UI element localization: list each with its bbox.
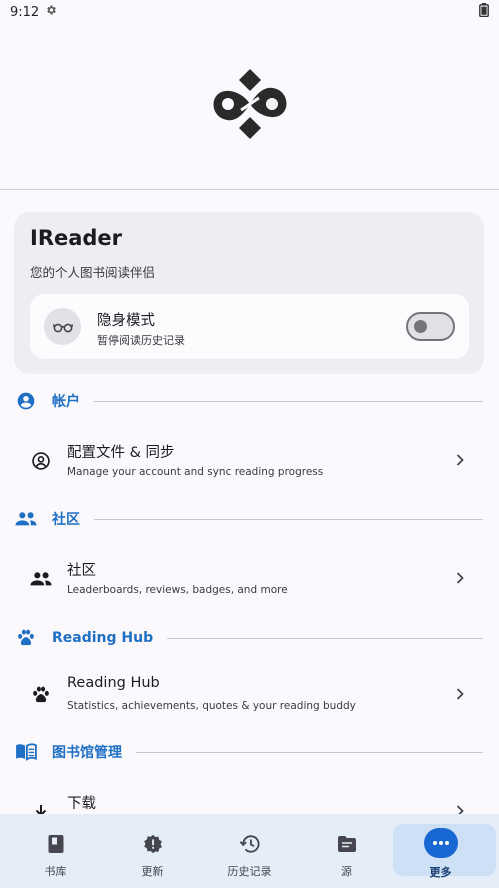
section-community: 社区 (15, 507, 485, 531)
account-circle-outline-icon (30, 450, 52, 472)
row-title: 配置文件 & 同步 (67, 445, 175, 461)
nav-sources[interactable]: 源 (297, 814, 396, 888)
section-account: 帐户 (15, 389, 485, 413)
battery-icon (479, 3, 489, 21)
status-time: 9:12 (10, 4, 40, 20)
row-subtitle: Leaderboards, reviews, badges, and more (67, 584, 288, 596)
row-title: 社区 (67, 563, 96, 579)
glasses-icon (44, 308, 81, 345)
toggle-knob (414, 320, 427, 333)
row-community[interactable]: 社区 Leaderboards, reviews, badges, and mo… (0, 550, 499, 608)
nav-label: 历史记录 (227, 865, 272, 878)
chevron-right-icon (453, 571, 467, 585)
incognito-toggle[interactable] (406, 312, 455, 341)
row-profile-sync[interactable]: 配置文件 & 同步 Manage your account and sync r… (0, 432, 499, 490)
incognito-subtitle: 暂停阅读历史记录 (97, 334, 185, 347)
nav-updates[interactable]: 更新 (103, 814, 202, 888)
nav-label: 更新 (141, 865, 164, 878)
people-icon (30, 568, 52, 590)
alert-badge-icon (141, 832, 165, 856)
chevron-right-icon (453, 687, 467, 701)
paw-icon (15, 627, 37, 649)
row-reading-hub[interactable]: Reading Hub Statistics, achievements, qu… (0, 666, 499, 724)
app-tagline: 您的个人图书阅读伴侣 (30, 265, 156, 280)
section-label-community: 社区 (52, 512, 80, 528)
nav-label: 更多 (429, 866, 452, 879)
section-label-library: 图书馆管理 (52, 745, 122, 761)
row-subtitle: Manage your account and sync reading pro… (67, 466, 324, 478)
people-icon (15, 508, 37, 530)
app-name: IReader (30, 226, 123, 250)
nav-label: 源 (341, 865, 352, 878)
status-bar: 9:12 (0, 0, 499, 24)
incognito-mode-row[interactable]: 隐身模式 暂停阅读历史记录 (30, 294, 469, 359)
header-divider (0, 189, 499, 190)
section-divider (167, 637, 483, 639)
nav-history[interactable]: 历史记录 (200, 814, 299, 888)
account-circle-icon (15, 390, 37, 412)
paw-icon (30, 684, 52, 706)
row-title: Reading Hub (67, 675, 160, 691)
section-divider (136, 751, 483, 753)
bottom-navigation: 书库 更新 历史记录 源 更多 (0, 814, 499, 888)
section-label-reading-hub: Reading Hub (52, 630, 154, 646)
book-icon (44, 832, 68, 856)
nav-label: 书库 (44, 865, 67, 878)
ireader-logo (211, 68, 289, 140)
nav-more[interactable]: 更多 (391, 814, 496, 888)
gear-icon (45, 4, 57, 20)
incognito-title: 隐身模式 (97, 313, 155, 329)
section-divider (94, 518, 483, 520)
book-open-icon (15, 741, 37, 763)
section-reading-hub: Reading Hub (15, 626, 485, 650)
more-horizontal-icon (423, 828, 458, 858)
row-subtitle: Statistics, achievements, quotes & your … (67, 700, 356, 712)
chevron-right-icon (453, 453, 467, 467)
section-label-account: 帐户 (52, 394, 80, 410)
row-title: 下载 (67, 796, 96, 812)
history-icon (238, 832, 262, 856)
nav-library[interactable]: 书库 (6, 814, 105, 888)
section-divider (94, 400, 483, 402)
app-info-card: IReader 您的个人图书阅读伴侣 隐身模式 暂停阅读历史记录 (14, 212, 484, 374)
folder-icon (335, 832, 359, 856)
section-library: 图书馆管理 (15, 740, 485, 764)
